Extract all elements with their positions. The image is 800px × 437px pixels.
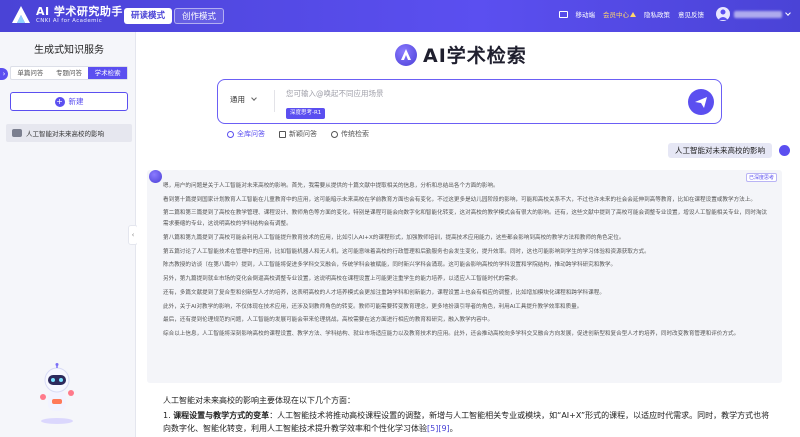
page-title: AI学术检索: [423, 45, 527, 67]
sidebar-title: 生成式知识服务: [34, 45, 104, 56]
thinking-panel: 已深度思考 嗯，用户的问题是关于人工智能对未来高校的影响。首先，我需要从提供的十…: [147, 170, 782, 383]
crown-icon: [630, 11, 636, 17]
mobile-link[interactable]: 移动端: [576, 9, 596, 19]
username[interactable]: [734, 10, 782, 18]
chevron-down-icon[interactable]: [785, 10, 791, 16]
thinking-paragraph: 另外，第九篇提到就业市场的变化会倒逼高校调整专业设置，这说明高校在课程设置上可能…: [163, 276, 522, 283]
tab-label: 传统检索: [341, 130, 369, 138]
ai-logo-icon: [395, 43, 417, 66]
new-chat-label: 新建: [68, 97, 84, 106]
privacy-link[interactable]: 隐私政策: [644, 9, 670, 19]
divider: [274, 90, 275, 112]
app-subtitle: CNKI AI for Academic: [36, 17, 103, 24]
new-chat-button[interactable]: + 新建: [10, 92, 128, 111]
logo-icon: [10, 4, 32, 26]
reference-link[interactable]: [5][9]: [427, 424, 450, 433]
top-header: AI 学术研究助手 CNKI AI for Academic 研读模式 创作模式…: [0, 0, 800, 32]
thinking-paragraph: 第五篇讨论了人工智能技术在管理中的应用，比如智能机器人和无人机，这可能意味着高校…: [163, 248, 650, 255]
monitor-icon[interactable]: [558, 10, 568, 18]
answer-intro: 人工智能对未来高校的影响主要体现在以下几个方面：: [163, 396, 355, 405]
thinking-paragraph: 还有，多篇文献提到了复合型和创新型人才的培养，这表明高校的人才培养模式会更加注重…: [163, 289, 605, 296]
tab-novel-qa[interactable]: 新颖问答: [279, 129, 317, 139]
answer-point-title: 课程设置与教学方式的变革: [173, 411, 270, 420]
search-icon: [331, 130, 338, 138]
member-center-link[interactable]: 会员中心: [603, 9, 629, 19]
user-avatar-icon[interactable]: [716, 7, 730, 21]
top-links: 移动端 会员中心 隐私政策 意见反馈: [558, 7, 791, 21]
app-title: AI 学术研究助手: [36, 4, 123, 18]
thinking-paragraph: 第二篇和第三篇提到了高校在教学管理、课程设计、教师角色等方面的变化，特别是课程可…: [163, 210, 768, 228]
mode-switch: 研读模式 创作模式: [124, 8, 225, 24]
thinking-paragraph: 陈杰教授的访谈（在第八篇中）提到，人工智能将促进多学科交叉融合，传统学科会被赋能…: [163, 262, 617, 269]
document-icon: [279, 130, 286, 138]
tab-label: 全库问答: [237, 130, 265, 138]
tab-study-mode[interactable]: 研读模式: [124, 8, 173, 24]
user-question-bubble: 人工智能对未来高校的影响: [668, 143, 772, 158]
chevron-down-icon: [251, 95, 258, 101]
thinking-paragraph: 看到第十篇提到国家计划教育人工智能在儿童教育中的应用，这可能暗示未来高校在学前教…: [163, 196, 756, 203]
main-panel: AI学术检索 通用 您可输入@唤起不同应用场景 深度思考-R1 全库问答 新颖问…: [137, 32, 800, 437]
search-scope-label: 通用: [230, 95, 245, 104]
search-mode-tabs: 全库问答 新颖问答 传统检索: [227, 129, 383, 139]
bot-avatar-icon: [149, 170, 162, 183]
search-scope-select[interactable]: 通用: [230, 94, 258, 105]
thinking-paragraph: 此外，关于AI对教学的影响，不仅体现在技术应用，还涉及到教师角色的转变。教师可能…: [163, 303, 583, 310]
sidebar-tabs: 单篇问答 专题问答 学术检索: [10, 66, 128, 80]
tab-single-qa[interactable]: 单篇问答: [11, 67, 50, 79]
brand-header: AI学术检索: [395, 41, 527, 68]
chat-icon: [12, 129, 22, 137]
library-icon: [227, 130, 234, 138]
expand-sidebar-button[interactable]: ›: [0, 68, 8, 80]
send-button[interactable]: [688, 89, 714, 115]
sidebar: › 生成式知识服务 单篇问答 专题问答 学术检索 + 新建 人工智能对未来高校的…: [0, 32, 136, 437]
deep-think-tag[interactable]: 已深度思考: [745, 173, 777, 182]
app-logo[interactable]: AI 学术研究助手 CNKI AI for Academic: [10, 4, 123, 26]
plus-icon: +: [54, 96, 65, 107]
robot-mascot-icon[interactable]: [34, 363, 80, 425]
tab-academic-search[interactable]: 学术检索: [88, 67, 128, 79]
tab-topic-qa[interactable]: 专题问答: [50, 67, 89, 79]
send-icon: [695, 97, 707, 108]
tab-full-library-qa[interactable]: 全库问答: [227, 129, 265, 139]
answer-point-end: 。: [449, 423, 458, 433]
search-box[interactable]: 通用 您可输入@唤起不同应用场景 深度思考-R1: [217, 79, 722, 124]
thinking-paragraph: 综合以上信息，人工智能将深刻影响高校的课程设置、教学方法、学科结构、就业市场适应…: [163, 330, 740, 337]
answer-point-number: 1.: [163, 411, 171, 420]
user-avatar-icon: [779, 145, 790, 156]
tab-create-mode[interactable]: 创作模式: [174, 8, 225, 24]
tab-label: 新颖问答: [289, 130, 317, 138]
search-input[interactable]: 您可输入@唤起不同应用场景: [286, 88, 384, 99]
deep-think-chip[interactable]: 深度思考-R1: [286, 108, 326, 119]
history-item-label: 人工智能对未来高校的影响: [26, 130, 104, 138]
thinking-paragraph: 最后，还有提到伦理规范的问题，人工智能的发展可能会带来伦理挑战，高校需要在这方面…: [163, 317, 494, 324]
thinking-paragraph: 第八篇和第九篇提到了高校可能会利用人工智能提升教育技术的应用，比如引入AI+X的…: [163, 235, 625, 242]
tab-traditional-search[interactable]: 传统检索: [331, 129, 369, 139]
feedback-link[interactable]: 意见反馈: [678, 9, 704, 19]
thinking-paragraph: 嗯，用户的问题是关于人工智能对未来高校的影响。首先，我需要从提供的十篇文献中提取…: [163, 183, 499, 189]
answer-point: 1. 课程设置与教学方式的变革：人工智能技术将推动高校课程设置的调整，新增与人工…: [163, 410, 773, 435]
history-item[interactable]: 人工智能对未来高校的影响: [6, 124, 132, 142]
